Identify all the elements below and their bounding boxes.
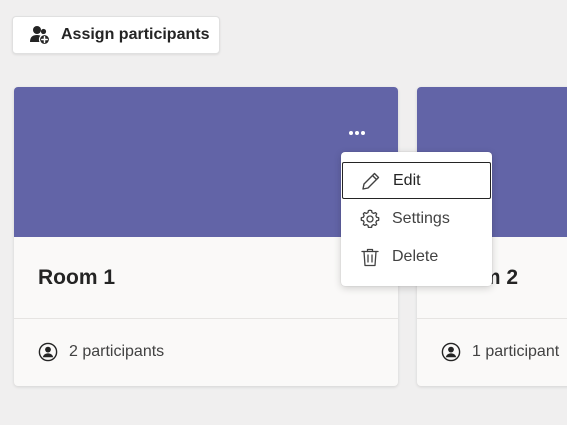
menu-item-delete[interactable]: Delete — [342, 238, 491, 275]
assign-participants-label: Assign participants — [61, 26, 210, 43]
trash-icon — [359, 246, 381, 268]
person-icon — [38, 342, 58, 362]
menu-item-settings[interactable]: Settings — [342, 200, 491, 237]
room-participants: 1 participant — [417, 319, 567, 385]
more-horizontal-icon — [348, 123, 366, 141]
more-options-button[interactable] — [344, 120, 370, 144]
menu-item-edit[interactable]: Edit — [342, 162, 491, 199]
participant-count: 2 participants — [69, 343, 165, 360]
room-participants: 2 participants — [14, 319, 398, 385]
room-context-menu: Edit Settings Delete — [341, 152, 492, 286]
person-icon — [441, 342, 461, 362]
assign-participants-button[interactable]: Assign participants — [12, 16, 220, 54]
gear-icon — [359, 208, 381, 230]
participant-count: 1 participant — [472, 343, 560, 360]
pencil-icon — [360, 170, 382, 192]
people-add-icon — [29, 24, 51, 46]
breakout-rooms-page: Assign participants Room 1 2 participant… — [0, 0, 567, 425]
menu-item-label: Delete — [392, 247, 439, 265]
menu-item-label: Edit — [393, 171, 421, 189]
menu-item-label: Settings — [392, 209, 450, 227]
